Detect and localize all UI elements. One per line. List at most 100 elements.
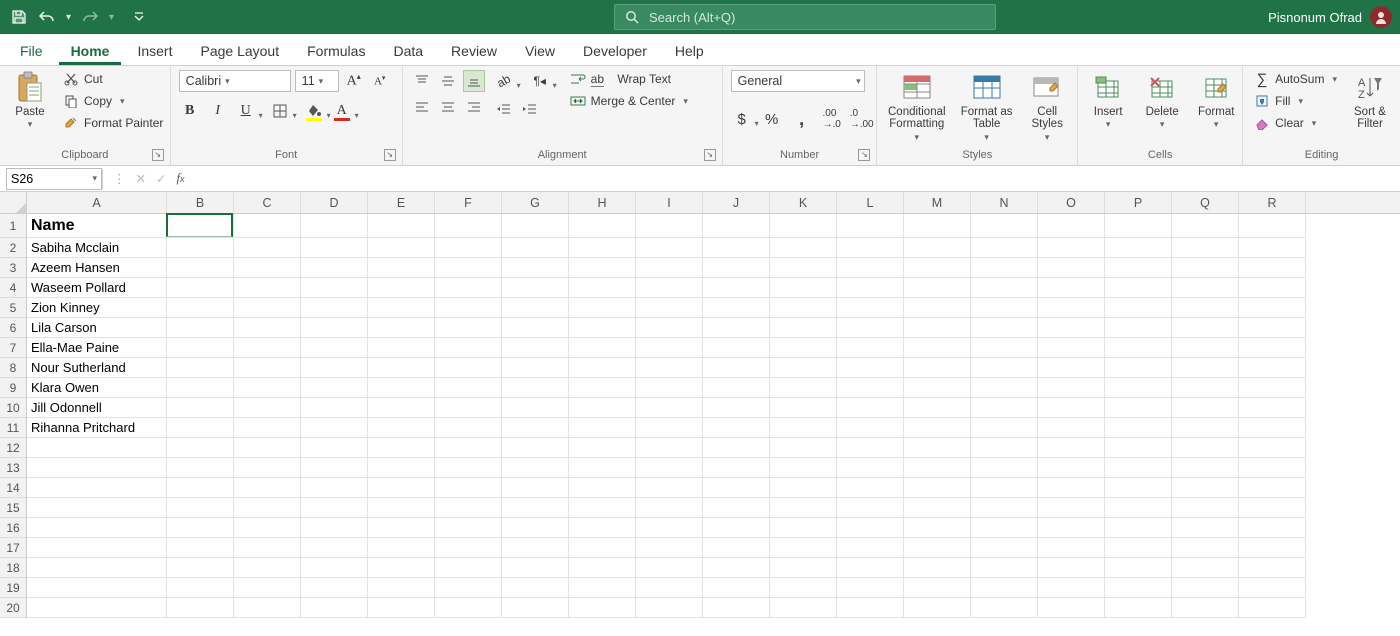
decrease-decimal-button[interactable]: .0→.00 xyxy=(851,108,873,130)
cell-C10[interactable] xyxy=(234,398,301,418)
cell-G19[interactable] xyxy=(502,578,569,598)
cell-G10[interactable] xyxy=(502,398,569,418)
cell-Q4[interactable] xyxy=(1172,278,1239,298)
cell-G13[interactable] xyxy=(502,458,569,478)
cell-F8[interactable] xyxy=(435,358,502,378)
cell-F5[interactable] xyxy=(435,298,502,318)
cell-L7[interactable] xyxy=(837,338,904,358)
cell-D18[interactable] xyxy=(301,558,368,578)
cell-M18[interactable] xyxy=(904,558,971,578)
cell-N3[interactable] xyxy=(971,258,1038,278)
decrease-font-button[interactable]: A▾ xyxy=(369,70,391,92)
row-header-19[interactable]: 19 xyxy=(0,578,26,598)
cell-K8[interactable] xyxy=(770,358,837,378)
cell-A18[interactable] xyxy=(27,558,167,578)
cell-A9[interactable]: Klara Owen xyxy=(27,378,167,398)
cell-M19[interactable] xyxy=(904,578,971,598)
cell-O15[interactable] xyxy=(1038,498,1105,518)
align-bottom-button[interactable] xyxy=(463,70,485,92)
cell-N12[interactable] xyxy=(971,438,1038,458)
cell-R9[interactable] xyxy=(1239,378,1306,398)
cell-P20[interactable] xyxy=(1105,598,1172,618)
cell-Q1[interactable] xyxy=(1172,214,1239,238)
cell-E19[interactable] xyxy=(368,578,435,598)
cell-I19[interactable] xyxy=(636,578,703,598)
cell-N2[interactable] xyxy=(971,238,1038,258)
cell-O7[interactable] xyxy=(1038,338,1105,358)
cell-D9[interactable] xyxy=(301,378,368,398)
row-header-5[interactable]: 5 xyxy=(0,298,26,318)
cell-D11[interactable] xyxy=(301,418,368,438)
cell-I20[interactable] xyxy=(636,598,703,618)
cell-J3[interactable] xyxy=(703,258,770,278)
cell-M15[interactable] xyxy=(904,498,971,518)
cell-G3[interactable] xyxy=(502,258,569,278)
cell-A5[interactable]: Zion Kinney xyxy=(27,298,167,318)
cell-F2[interactable] xyxy=(435,238,502,258)
delete-cells-button[interactable]: Delete▾ xyxy=(1140,70,1184,132)
tab-home[interactable]: Home xyxy=(59,37,122,65)
cell-F18[interactable] xyxy=(435,558,502,578)
cell-D12[interactable] xyxy=(301,438,368,458)
cell-G16[interactable] xyxy=(502,518,569,538)
row-header-4[interactable]: 4 xyxy=(0,278,26,298)
cell-K12[interactable] xyxy=(770,438,837,458)
cell-O18[interactable] xyxy=(1038,558,1105,578)
cell-H16[interactable] xyxy=(569,518,636,538)
cell-P15[interactable] xyxy=(1105,498,1172,518)
cell-F17[interactable] xyxy=(435,538,502,558)
cell-A14[interactable] xyxy=(27,478,167,498)
copy-button[interactable]: Copy xyxy=(60,92,166,110)
avatar[interactable] xyxy=(1370,6,1392,28)
cell-G5[interactable] xyxy=(502,298,569,318)
cell-K9[interactable] xyxy=(770,378,837,398)
cell-E9[interactable] xyxy=(368,378,435,398)
cell-I15[interactable] xyxy=(636,498,703,518)
cell-R19[interactable] xyxy=(1239,578,1306,598)
cell-J17[interactable] xyxy=(703,538,770,558)
cell-R1[interactable] xyxy=(1239,214,1306,238)
column-header-H[interactable]: H xyxy=(569,192,636,213)
cell-A10[interactable]: Jill Odonnell xyxy=(27,398,167,418)
cell-R5[interactable] xyxy=(1239,298,1306,318)
cell-F4[interactable] xyxy=(435,278,502,298)
cell-C12[interactable] xyxy=(234,438,301,458)
cell-Q3[interactable] xyxy=(1172,258,1239,278)
cell-C5[interactable] xyxy=(234,298,301,318)
cell-C8[interactable] xyxy=(234,358,301,378)
column-header-G[interactable]: G xyxy=(502,192,569,213)
cell-L15[interactable] xyxy=(837,498,904,518)
cell-D10[interactable] xyxy=(301,398,368,418)
sort-filter-button[interactable]: AZ Sort & Filter xyxy=(1348,70,1392,132)
cell-O20[interactable] xyxy=(1038,598,1105,618)
cell-R8[interactable] xyxy=(1239,358,1306,378)
cell-P4[interactable] xyxy=(1105,278,1172,298)
column-header-I[interactable]: I xyxy=(636,192,703,213)
cell-R4[interactable] xyxy=(1239,278,1306,298)
orientation-button[interactable]: ab▾ xyxy=(493,70,515,92)
cell-Q12[interactable] xyxy=(1172,438,1239,458)
cell-H10[interactable] xyxy=(569,398,636,418)
cell-styles-button[interactable]: Cell Styles▾ xyxy=(1025,70,1069,145)
column-header-B[interactable]: B xyxy=(167,192,234,213)
cell-M8[interactable] xyxy=(904,358,971,378)
cell-I7[interactable] xyxy=(636,338,703,358)
cell-H2[interactable] xyxy=(569,238,636,258)
cell-L12[interactable] xyxy=(837,438,904,458)
cell-L5[interactable] xyxy=(837,298,904,318)
cell-D20[interactable] xyxy=(301,598,368,618)
cell-N14[interactable] xyxy=(971,478,1038,498)
cell-J7[interactable] xyxy=(703,338,770,358)
cell-P8[interactable] xyxy=(1105,358,1172,378)
cell-B17[interactable] xyxy=(167,538,234,558)
paste-button[interactable]: Paste▾ xyxy=(8,70,52,132)
worksheet[interactable]: ABCDEFGHIJKLMNOPQR1234567891011121314151… xyxy=(0,192,1400,636)
cell-B7[interactable] xyxy=(167,338,234,358)
row-header-7[interactable]: 7 xyxy=(0,338,26,358)
column-header-J[interactable]: J xyxy=(703,192,770,213)
cell-H15[interactable] xyxy=(569,498,636,518)
cell-I10[interactable] xyxy=(636,398,703,418)
cell-G1[interactable] xyxy=(502,214,569,238)
cell-M5[interactable] xyxy=(904,298,971,318)
cell-E2[interactable] xyxy=(368,238,435,258)
